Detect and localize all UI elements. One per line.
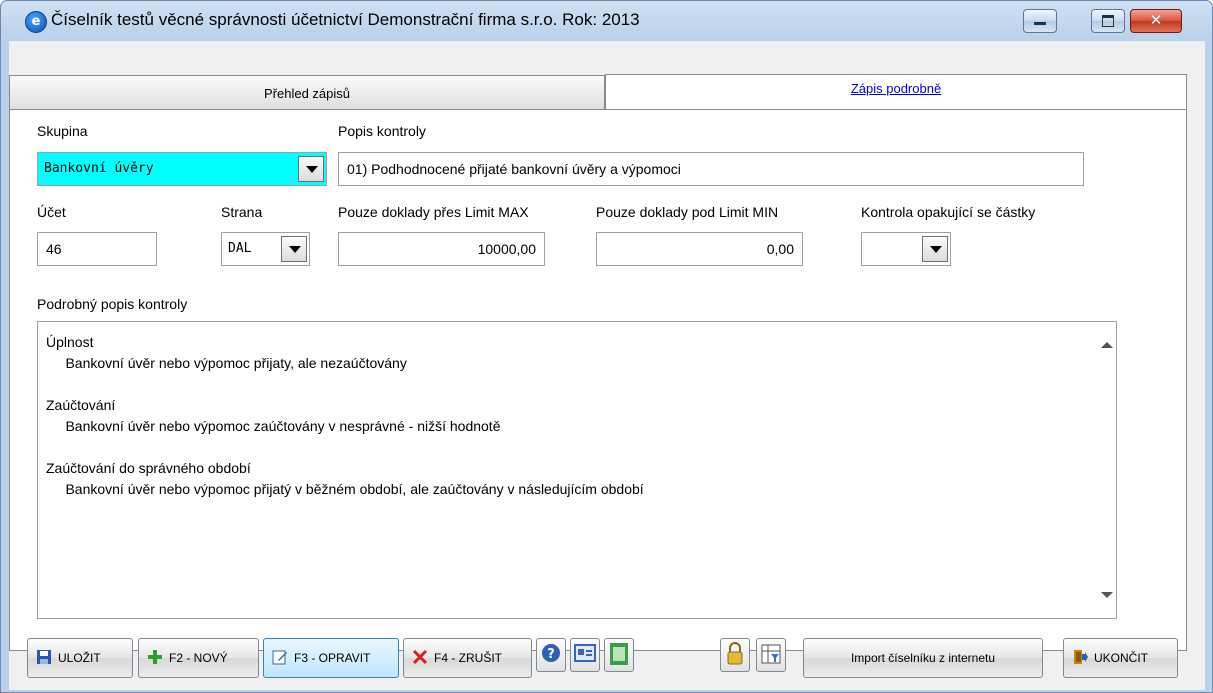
title-bar[interactable]: e Číselník testů věcné správnosti účetni… [1,1,1212,41]
close-button[interactable]: ✕ [1130,9,1182,33]
import-label: Import číselníku z internetu [850,651,996,665]
limit-max-label: Pouze doklady přes Limit MAX [338,204,529,220]
lock-button[interactable] [720,638,750,672]
lock-icon [727,642,743,665]
maximize-icon [1102,15,1114,27]
popis-input[interactable]: 01) Podhodnocené přijaté bankovní úvěry … [338,152,1084,186]
client-area: Přehled zápisů Zápis podrobně Skupina Ba… [9,41,1205,690]
app-logo-icon: e [25,11,47,33]
edit-label: F3 - OPRAVIT [294,651,371,665]
skupina-value: Bankovní úvěry [44,161,154,176]
limit-min-input[interactable]: 0,00 [596,232,803,266]
import-button[interactable]: Import číselníku z internetu [803,638,1043,678]
save-label: ULOŽIT [58,651,101,665]
edit-pencil-icon [272,650,287,665]
maximize-button[interactable] [1091,9,1125,33]
delete-button[interactable]: F4 - ZRUŠIT [403,638,532,678]
vertical-scrollbar[interactable] [1096,322,1116,618]
window-title: Číselník testů věcné správnosti účetnict… [51,10,640,29]
skupina-label: Skupina [37,123,88,139]
red-x-icon [412,649,428,665]
tab-zapis-podrobne[interactable]: Zápis podrobně [605,74,1187,109]
id-card-icon [574,644,596,662]
exit-button[interactable]: UKONČIT [1063,638,1178,678]
detail-text: Úplnost Bankovní úvěr nebo výpomoc přija… [46,334,644,497]
exit-door-icon [1074,650,1088,664]
skupina-combo[interactable]: Bankovní úvěry [37,152,327,186]
new-label: F2 - NOVÝ [169,651,228,665]
help-icon: ? [542,644,560,662]
tab-prehled-zapisu[interactable]: Přehled zápisů [9,75,605,110]
strana-combo[interactable]: DAL [221,232,310,266]
floppy-disk-icon [37,650,51,664]
spreadsheet-icon [610,643,628,665]
help-button[interactable]: ? [536,638,566,672]
scroll-up-icon[interactable] [1101,342,1113,348]
plus-icon [148,650,162,664]
scroll-down-icon[interactable] [1101,592,1113,598]
limit-max-input[interactable]: 10000,00 [338,232,545,266]
detail-panel: Skupina Bankovní úvěry Popis kontroly 01… [9,109,1187,651]
close-icon: ✕ [1149,12,1163,29]
strana-value: DAL [228,241,252,256]
opakujici-combo[interactable] [861,232,951,266]
save-button[interactable]: ULOŽIT [27,638,133,678]
popis-label: Popis kontroly [338,123,426,139]
filter-button[interactable] [756,638,786,672]
delete-label: F4 - ZRUŠIT [434,651,502,665]
tab-label: Přehled zápisů [264,86,350,101]
chevron-down-icon[interactable] [922,236,948,262]
minimize-icon [1034,22,1046,25]
strana-label: Strana [221,204,263,220]
chevron-down-icon[interactable] [281,236,307,262]
minimize-button[interactable] [1023,9,1057,33]
ucet-input[interactable]: 46 [37,232,157,266]
ucet-label: Účet [37,204,66,220]
detail-textarea[interactable]: Úplnost Bankovní úvěr nebo výpomoc přija… [37,321,1117,619]
svg-text:?: ? [547,647,555,662]
chevron-down-icon[interactable] [298,156,324,182]
card-button[interactable] [570,638,600,672]
table-filter-icon [761,644,781,664]
detail-label: Podrobný popis kontroly [37,296,188,312]
export-button[interactable] [604,638,634,672]
new-button[interactable]: F2 - NOVÝ [138,638,259,678]
app-window: e Číselník testů věcné správnosti účetni… [0,0,1213,693]
exit-label: UKONČIT [1094,651,1148,665]
edit-button[interactable]: F3 - OPRAVIT [263,638,399,678]
tab-label: Zápis podrobně [850,81,942,96]
opakujici-label: Kontrola opakující se částky [861,204,1036,220]
limit-min-label: Pouze doklady pod Limit MIN [596,204,779,220]
